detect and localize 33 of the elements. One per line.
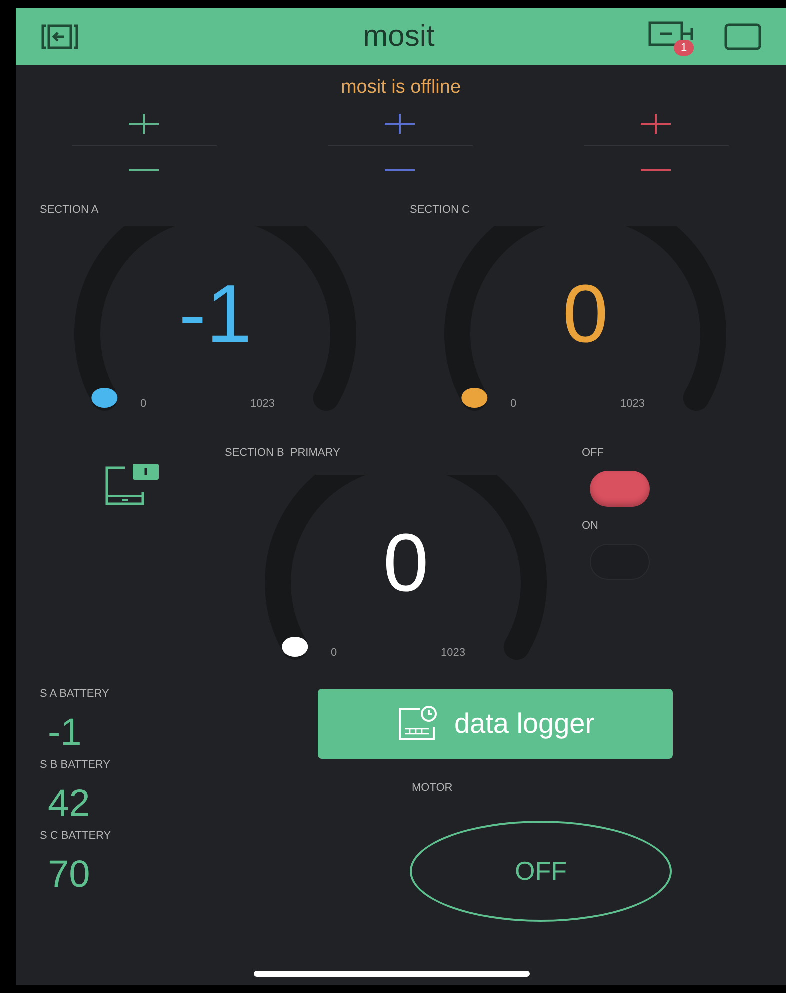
notification-badge: 1: [674, 40, 694, 56]
battery-label: S C BATTERY: [40, 831, 112, 842]
gauge-min: 0: [510, 397, 517, 412]
battery-value: 70: [48, 856, 92, 894]
led-label: ON: [582, 521, 600, 532]
gauge-knob[interactable]: [282, 637, 308, 657]
battery-label: S A BATTERY: [40, 689, 110, 700]
section-label: SECTION A: [40, 205, 100, 216]
section-label: SECTION C: [410, 205, 471, 216]
gauge-value: -1: [178, 274, 253, 356]
gauge-value: 0: [382, 523, 430, 605]
section-label: SECTION B PRIMARY: [225, 448, 342, 459]
gauge-value: 0: [562, 274, 610, 356]
gauge-min: 0: [331, 646, 338, 661]
battery-value: -1: [48, 714, 83, 752]
gauge-knob[interactable]: [462, 388, 488, 408]
plus-icon[interactable]: [639, 113, 673, 135]
window-title: mosit: [363, 19, 435, 55]
motor-label: MOTOR: [412, 782, 453, 794]
gauge-max: 1023: [250, 397, 275, 412]
battery-label: S B BATTERY: [40, 760, 112, 771]
battery-value: 42: [48, 785, 92, 823]
led-label: OFF: [582, 448, 605, 459]
gauge-max: 1023: [441, 646, 466, 661]
calendar-clock-icon: [396, 705, 438, 743]
motor-toggle-button[interactable]: OFF: [410, 821, 672, 922]
plus-icon[interactable]: [383, 113, 417, 135]
plus-icon[interactable]: [127, 113, 161, 135]
gauge-min: 0: [140, 397, 147, 412]
gauge-knob[interactable]: [92, 388, 118, 408]
status-message: mosit is offline: [340, 78, 462, 97]
square-icon[interactable]: [724, 22, 762, 50]
gauge-max: 1023: [620, 397, 645, 412]
